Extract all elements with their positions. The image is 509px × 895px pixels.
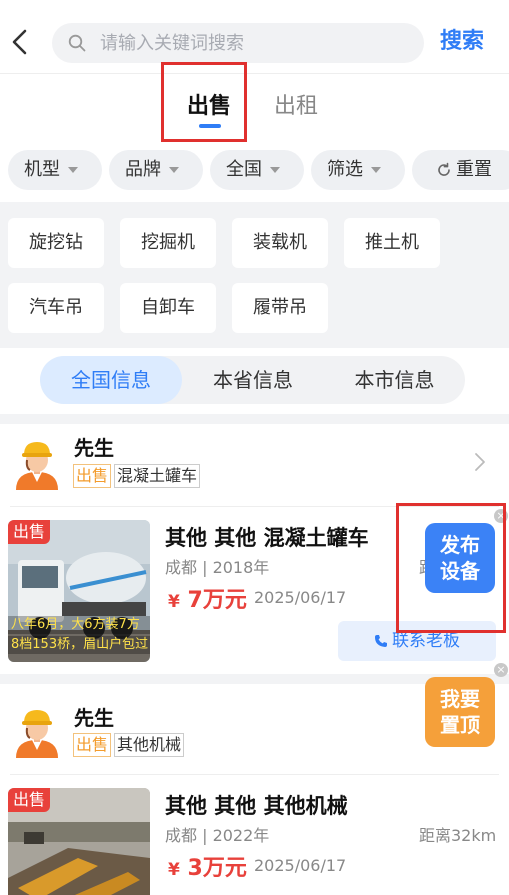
caret-down-icon (68, 167, 78, 173)
category-tag: 混凝土罐车 (114, 464, 201, 488)
search-box[interactable] (52, 23, 424, 63)
price-value: 3万元 (187, 856, 247, 881)
category-item[interactable]: 挖掘机 (120, 218, 216, 268)
type-tabs: 出售 出租 (0, 74, 509, 146)
currency-symbol: ¥ (168, 860, 180, 880)
seller-name: 先生 (74, 706, 114, 730)
filter-screen[interactable]: 筛选 (311, 150, 405, 190)
divider (10, 774, 499, 775)
listing-distance: 距离32km (419, 826, 497, 845)
tab-region-national[interactable]: 全国信息 (40, 356, 182, 404)
highlight-box-sale-tab (161, 62, 247, 142)
tab-region-province[interactable]: 本省信息 (182, 356, 324, 404)
caret-down-icon (270, 167, 280, 173)
listing-title: 其他 其他 其他机械 (165, 794, 348, 818)
listing-title: 其他 其他 混凝土罐车 (165, 526, 369, 550)
chevron-right-icon[interactable] (474, 452, 486, 472)
filter-model-label: 机型 (24, 159, 60, 180)
header-bar: 搜索 (0, 0, 509, 74)
region-tab-bar: 全国信息 本省信息 本市信息 (0, 348, 509, 414)
category-item[interactable]: 汽车吊 (8, 283, 104, 333)
contact-seller-label: 联系老板 (392, 631, 460, 651)
filter-bar: 机型 品牌 全国 筛选 重置 (0, 146, 509, 202)
caret-down-icon (371, 167, 381, 173)
listing-price: ¥ 3万元 (168, 850, 247, 882)
category-item[interactable]: 自卸车 (120, 283, 216, 333)
page: 搜索 出售 出租 机型 品牌 全国 筛选 重置 旋挖钻 挖掘机 装载机 (0, 0, 509, 895)
reset-label: 重置 (456, 159, 492, 180)
category-item[interactable]: 推土机 (344, 218, 440, 268)
listing-date: 2025/06/17 (254, 588, 347, 607)
listing-date: 2025/06/17 (254, 856, 347, 875)
back-arrow-icon[interactable] (8, 26, 32, 58)
reset-button[interactable]: 重置 (412, 150, 509, 190)
filter-brand-label: 品牌 (125, 159, 161, 180)
phone-icon (375, 635, 387, 647)
pin-line-2: 置顶 (440, 713, 480, 737)
highlight-box-publish (396, 503, 506, 633)
seller-name: 先生 (74, 436, 114, 460)
price-value: 7万元 (187, 588, 247, 613)
close-icon[interactable]: × (494, 663, 508, 677)
refresh-icon (438, 162, 450, 176)
category-grid: 旋挖钻 挖掘机 装载机 推土机 汽车吊 自卸车 履带吊 (0, 202, 509, 348)
caret-down-icon (169, 167, 179, 173)
tab-region-city[interactable]: 本市信息 (324, 356, 465, 404)
filter-region[interactable]: 全国 (210, 150, 304, 190)
search-button[interactable]: 搜索 (440, 24, 484, 60)
tab-rent[interactable]: 出租 (256, 90, 336, 124)
category-item[interactable]: 装载机 (232, 218, 328, 268)
worker-avatar-icon (16, 442, 58, 490)
sale-tag: 出售 (73, 464, 112, 488)
listing-thumbnail[interactable]: 出售 八年6月，大6方装7方 8档153桥，眉山户包过 (8, 520, 150, 662)
listing-meta: 成都 | 2018年 (165, 558, 270, 577)
filter-screen-label: 筛选 (327, 159, 363, 180)
filter-model[interactable]: 机型 (8, 150, 102, 190)
thumbnail-sale-badge: 出售 (8, 788, 51, 812)
thumbnail-caption: 8档153桥，眉山户包过 (8, 636, 150, 654)
thumbnail-sale-badge: 出售 (8, 520, 51, 544)
listing-thumbnail[interactable]: 出售 (8, 788, 150, 895)
pin-to-top-button[interactable]: 我要 置顶 (425, 677, 495, 747)
filter-brand[interactable]: 品牌 (109, 150, 203, 190)
listing-price: ¥ 7万元 (168, 582, 247, 614)
filter-region-label: 全国 (226, 159, 262, 180)
search-input[interactable] (100, 23, 410, 63)
category-item[interactable]: 履带吊 (232, 283, 328, 333)
sale-tag: 出售 (73, 733, 112, 757)
worker-avatar-icon (16, 710, 58, 758)
search-icon (68, 34, 86, 52)
category-tag: 其他机械 (114, 733, 185, 757)
pin-line-1: 我要 (440, 687, 480, 711)
listing-meta: 成都 | 2022年 (165, 826, 270, 845)
thumbnail-caption: 八年6月，大6方装7方 (8, 616, 150, 634)
currency-symbol: ¥ (168, 592, 180, 612)
category-item[interactable]: 旋挖钻 (8, 218, 104, 268)
